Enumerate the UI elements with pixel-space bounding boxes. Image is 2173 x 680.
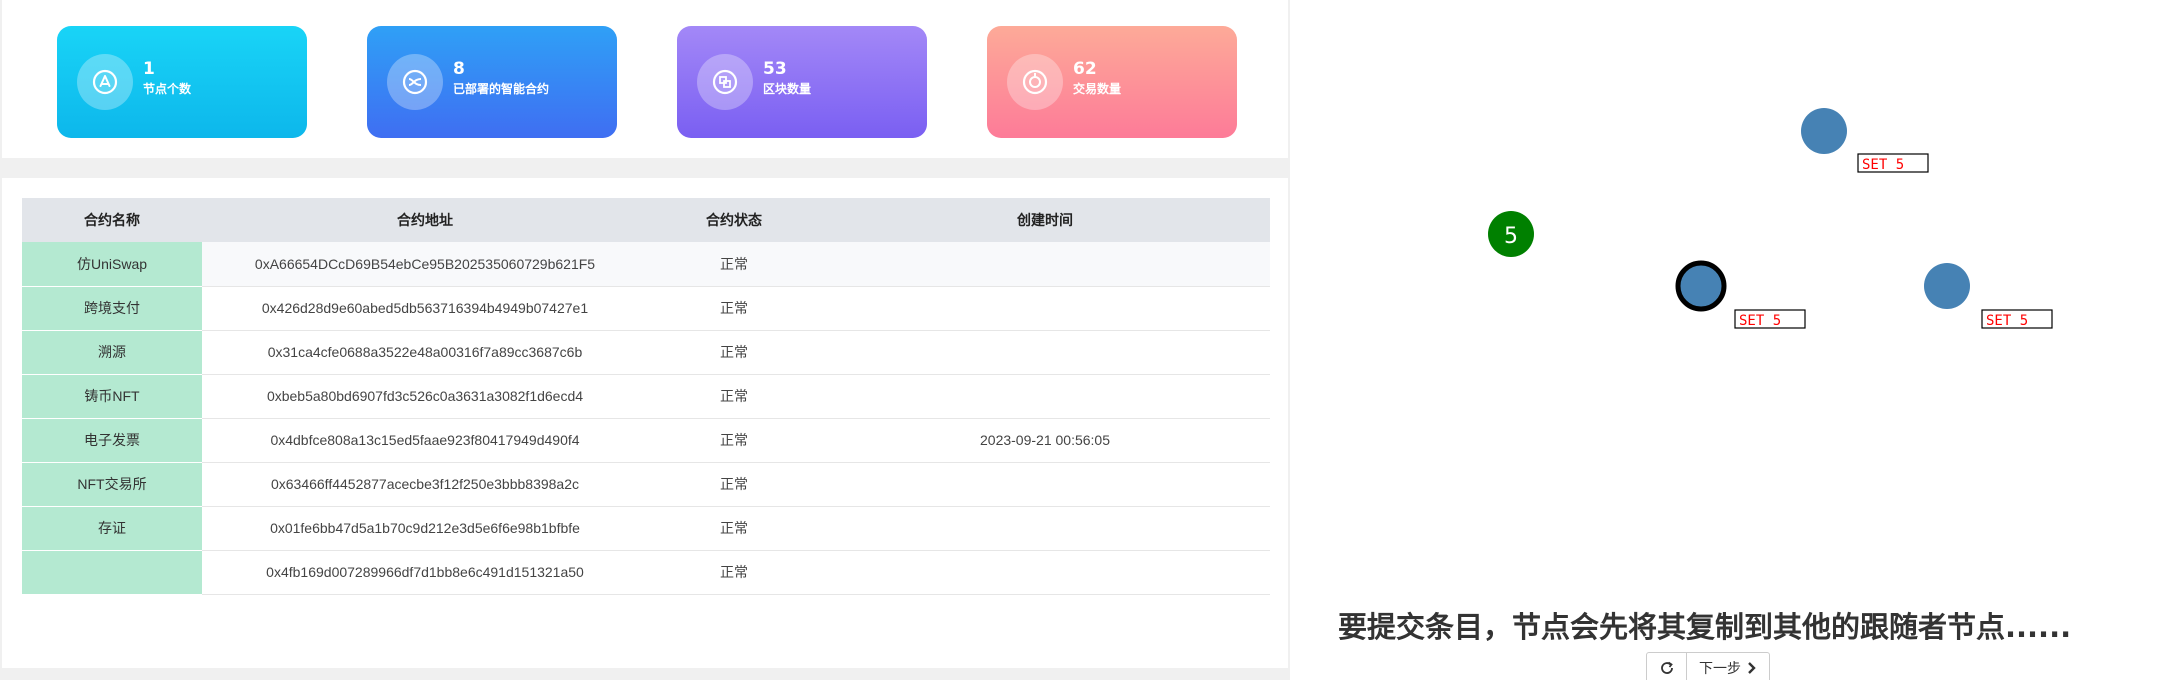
app-root: 1 节点个数 8 已部署的智能合约 53 区块数量 62 交易数量 合约名称 合… (0, 0, 2173, 680)
created-time-cell (820, 242, 1270, 287)
stat-card-transactions[interactable]: 62 交易数量 (987, 26, 1237, 138)
follower-node-top[interactable] (1801, 108, 1847, 154)
contract-name-cell: NFT交易所 (22, 462, 202, 507)
header-created-time[interactable]: 创建时间 (820, 198, 1270, 242)
stat-label: 节点个数 (143, 82, 192, 96)
table-row[interactable]: 电子发票 0x4dbfce808a13c15ed5faae923f8041794… (22, 418, 1270, 463)
stat-value: 1 (143, 59, 155, 79)
created-time-cell (820, 462, 1270, 507)
contract-address-cell: 0x4fb169d007289966df7d1bb8e6c491d151321a… (202, 550, 648, 595)
leader-log-entry: SET 5 (1739, 313, 1781, 329)
table-row[interactable]: 跨境支付 0x426d28d9e60abed5db563716394b4949b… (22, 286, 1270, 331)
stat-value: 62 (1073, 59, 1097, 79)
follower-log-entry: SET 5 (1862, 157, 1904, 173)
created-time-cell: 2023-09-21 00:56:05 (820, 418, 1270, 463)
reload-button[interactable] (1647, 653, 1687, 680)
leader-node[interactable] (1675, 260, 1727, 312)
contract-name-cell: 铸币NFT (22, 374, 202, 419)
contract-address-cell: 0xbeb5a80bd6907fd3c526c0a3631a3082f1d6ec… (202, 374, 648, 419)
next-step-label: 下一步 (1699, 661, 1741, 677)
stat-value: 8 (453, 59, 465, 79)
contract-name-cell (22, 550, 202, 595)
contract-status-cell: 正常 (648, 418, 820, 463)
header-contract-status[interactable]: 合约状态 (648, 198, 820, 242)
table-row[interactable]: 铸币NFT 0xbeb5a80bd6907fd3c526c0a3631a3082… (22, 374, 1270, 419)
stat-label: 交易数量 (1073, 82, 1122, 96)
stat-value: 53 (763, 59, 787, 79)
contract-status-cell: 正常 (648, 286, 820, 331)
next-step-button[interactable]: 下一步 (1687, 653, 1769, 680)
created-time-cell (820, 286, 1270, 331)
contract-address-cell: 0x4dbfce808a13c15ed5faae923f80417949d490… (202, 418, 648, 463)
header-contract-address[interactable]: 合约地址 (202, 198, 648, 242)
contract-address-cell: 0xA66654DCcD69B54ebCe95B202535060729b621… (202, 242, 648, 287)
contract-name-cell: 仿UniSwap (22, 242, 202, 287)
table-row[interactable]: 仿UniSwap 0xA66654DCcD69B54ebCe95B2025350… (22, 242, 1270, 287)
created-time-cell (820, 374, 1270, 419)
chevron-right-icon (1748, 662, 1756, 674)
table-row[interactable]: NFT交易所 0x63466ff4452877acecbe3f12f250e3b… (22, 462, 1270, 507)
created-time-cell (820, 506, 1270, 551)
contract-icon (387, 54, 443, 110)
created-time-cell (820, 330, 1270, 375)
contracts-table: 合约名称 合约地址 合约状态 创建时间 仿UniSwap 0xA66654DCc… (22, 198, 1270, 595)
table-row[interactable]: 0x4fb169d007289966df7d1bb8e6c491d151321a… (22, 550, 1270, 595)
follower-node-right[interactable] (1924, 263, 1970, 309)
table-row[interactable]: 存证 0x01fe6bb47d5a1b70c9d212e3d5e6f6e98b1… (22, 506, 1270, 551)
follower-log-entry: SET 5 (1986, 313, 2028, 329)
dashboard-panel: 1 节点个数 8 已部署的智能合约 53 区块数量 62 交易数量 合约名称 合… (0, 0, 1290, 680)
reload-icon (1660, 661, 1673, 674)
contract-status-cell: 正常 (648, 462, 820, 507)
step-controls: 下一步 (1646, 652, 1770, 680)
table-row[interactable]: 溯源 0x31ca4cfe0688a3522e48a00316f7a89cc36… (22, 330, 1270, 375)
contract-name-cell: 电子发票 (22, 418, 202, 463)
contracts-section: 合约名称 合约地址 合约状态 创建时间 仿UniSwap 0xA66654DCc… (2, 178, 1288, 668)
stat-label: 区块数量 (763, 82, 812, 96)
header-contract-name[interactable]: 合约名称 (22, 198, 202, 242)
nodes-icon (77, 54, 133, 110)
created-time-cell (820, 550, 1270, 595)
client-value: 5 (1504, 224, 1518, 249)
step-caption: 要提交条目，节点会先将其复制到其他的跟随者节点...... (1338, 610, 2072, 644)
contract-status-cell: 正常 (648, 330, 820, 375)
raft-diagram: 5 SET 5 SET 5 SET 5 (1488, 108, 2053, 329)
stat-card-contracts[interactable]: 8 已部署的智能合约 (367, 26, 617, 138)
raft-visualization-panel: 5 SET 5 SET 5 SET 5 要提交条目，节点会先将其复制到其他的跟随… (1296, 0, 2173, 680)
contract-address-cell: 0x426d28d9e60abed5db563716394b4949b07427… (202, 286, 648, 331)
contract-name-cell: 溯源 (22, 330, 202, 375)
contract-address-cell: 0x01fe6bb47d5a1b70c9d212e3d5e6f6e98b1bfb… (202, 506, 648, 551)
contract-address-cell: 0x63466ff4452877acecbe3f12f250e3bbb8398a… (202, 462, 648, 507)
contract-name-cell: 跨境支付 (22, 286, 202, 331)
stat-label: 已部署的智能合约 (453, 82, 550, 96)
contract-status-cell: 正常 (648, 550, 820, 595)
stat-card-blocks[interactable]: 53 区块数量 (677, 26, 927, 138)
contract-name-cell: 存证 (22, 506, 202, 551)
block-icon (697, 54, 753, 110)
stats-section: 1 节点个数 8 已部署的智能合约 53 区块数量 62 交易数量 (2, 0, 1288, 158)
contract-address-cell: 0x31ca4cfe0688a3522e48a00316f7a89cc3687c… (202, 330, 648, 375)
contract-status-cell: 正常 (648, 374, 820, 419)
transaction-icon (1007, 54, 1063, 110)
table-header-row: 合约名称 合约地址 合约状态 创建时间 (22, 198, 1270, 242)
contract-status-cell: 正常 (648, 242, 820, 287)
contract-status-cell: 正常 (648, 506, 820, 551)
stat-card-nodes[interactable]: 1 节点个数 (57, 26, 307, 138)
